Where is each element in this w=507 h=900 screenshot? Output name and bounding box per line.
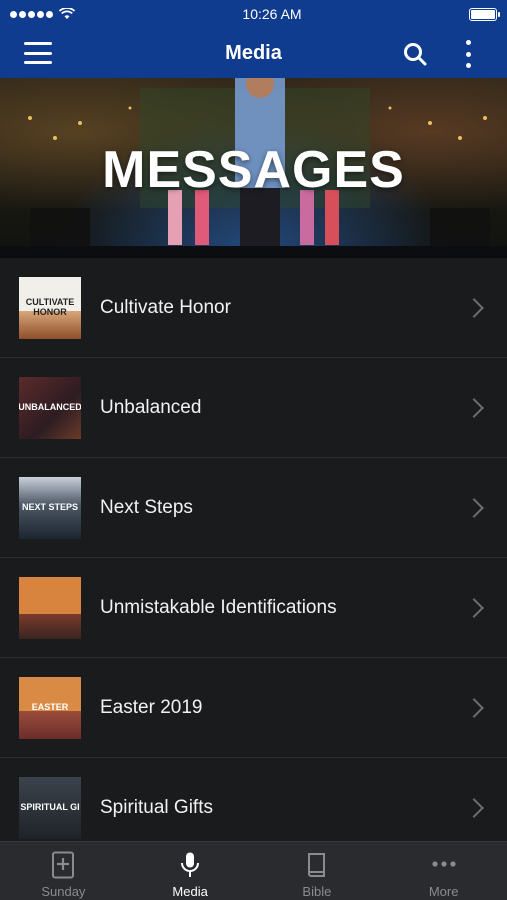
signal-strength-icon <box>10 10 53 18</box>
tab-bar: Sunday Media Bible More <box>0 841 507 900</box>
tab-more[interactable]: More <box>380 842 507 900</box>
battery-icon <box>469 7 500 21</box>
series-thumbnail: EASTER <box>19 676 81 739</box>
series-title: Unbalanced <box>100 396 202 418</box>
chevron-right-icon <box>464 697 484 718</box>
list-item[interactable]: EASTER Easter 2019 <box>0 658 507 758</box>
wifi-icon <box>59 8 75 19</box>
series-list: CULTIVATE HONOR Cultivate Honor UNBALANC… <box>0 258 507 841</box>
tab-label: Media <box>172 884 208 899</box>
book-icon <box>307 853 325 877</box>
bible-plus-icon <box>52 851 75 879</box>
chevron-right-icon <box>464 597 484 618</box>
hamburger-menu-icon[interactable] <box>24 42 52 64</box>
list-item[interactable]: NEXT STEPS Next Steps <box>0 458 507 558</box>
series-title: Unmistakable Identifications <box>100 596 337 618</box>
series-title: Spiritual Gifts <box>100 796 213 818</box>
series-thumbnail <box>19 576 81 639</box>
chevron-right-icon <box>464 797 484 818</box>
hero-title: MESSAGES <box>102 141 405 199</box>
tab-media[interactable]: Media <box>127 842 254 900</box>
series-thumbnail: UNBALANCED <box>19 376 81 439</box>
tab-sunday[interactable]: Sunday <box>0 842 127 900</box>
chevron-right-icon <box>464 397 484 418</box>
more-dots-icon <box>432 861 456 867</box>
series-title: Next Steps <box>100 496 193 518</box>
series-thumbnail: CULTIVATE HONOR <box>19 276 81 339</box>
list-item[interactable]: CULTIVATE HONOR Cultivate Honor <box>0 258 507 358</box>
chevron-right-icon <box>464 497 484 518</box>
search-icon[interactable] <box>402 41 428 67</box>
nav-bar: Media <box>0 28 507 78</box>
status-bar: 10:26 AM <box>0 0 507 28</box>
page-title: Media <box>225 41 282 64</box>
series-thumbnail: NEXT STEPS <box>19 476 81 539</box>
series-title: Cultivate Honor <box>100 296 231 318</box>
microphone-icon <box>181 852 200 877</box>
status-time: 10:26 AM <box>242 6 302 22</box>
tab-bible[interactable]: Bible <box>254 842 381 900</box>
series-title: Easter 2019 <box>100 696 203 718</box>
tab-label: Sunday <box>41 884 86 899</box>
list-item[interactable]: SPIRITUAL GI Spiritual Gifts <box>0 758 507 841</box>
chevron-right-icon <box>464 297 484 318</box>
list-item[interactable]: UNBALANCED Unbalanced <box>0 358 507 458</box>
signal-indicator <box>10 8 75 20</box>
tab-label: Bible <box>302 884 332 899</box>
battery-fill <box>471 9 495 19</box>
series-thumbnail: SPIRITUAL GI <box>19 776 81 839</box>
tab-label: More <box>428 884 459 899</box>
list-item[interactable]: Unmistakable Identifications <box>0 558 507 658</box>
more-options-icon[interactable] <box>459 40 477 68</box>
hero-banner: MESSAGES <box>0 78 507 258</box>
